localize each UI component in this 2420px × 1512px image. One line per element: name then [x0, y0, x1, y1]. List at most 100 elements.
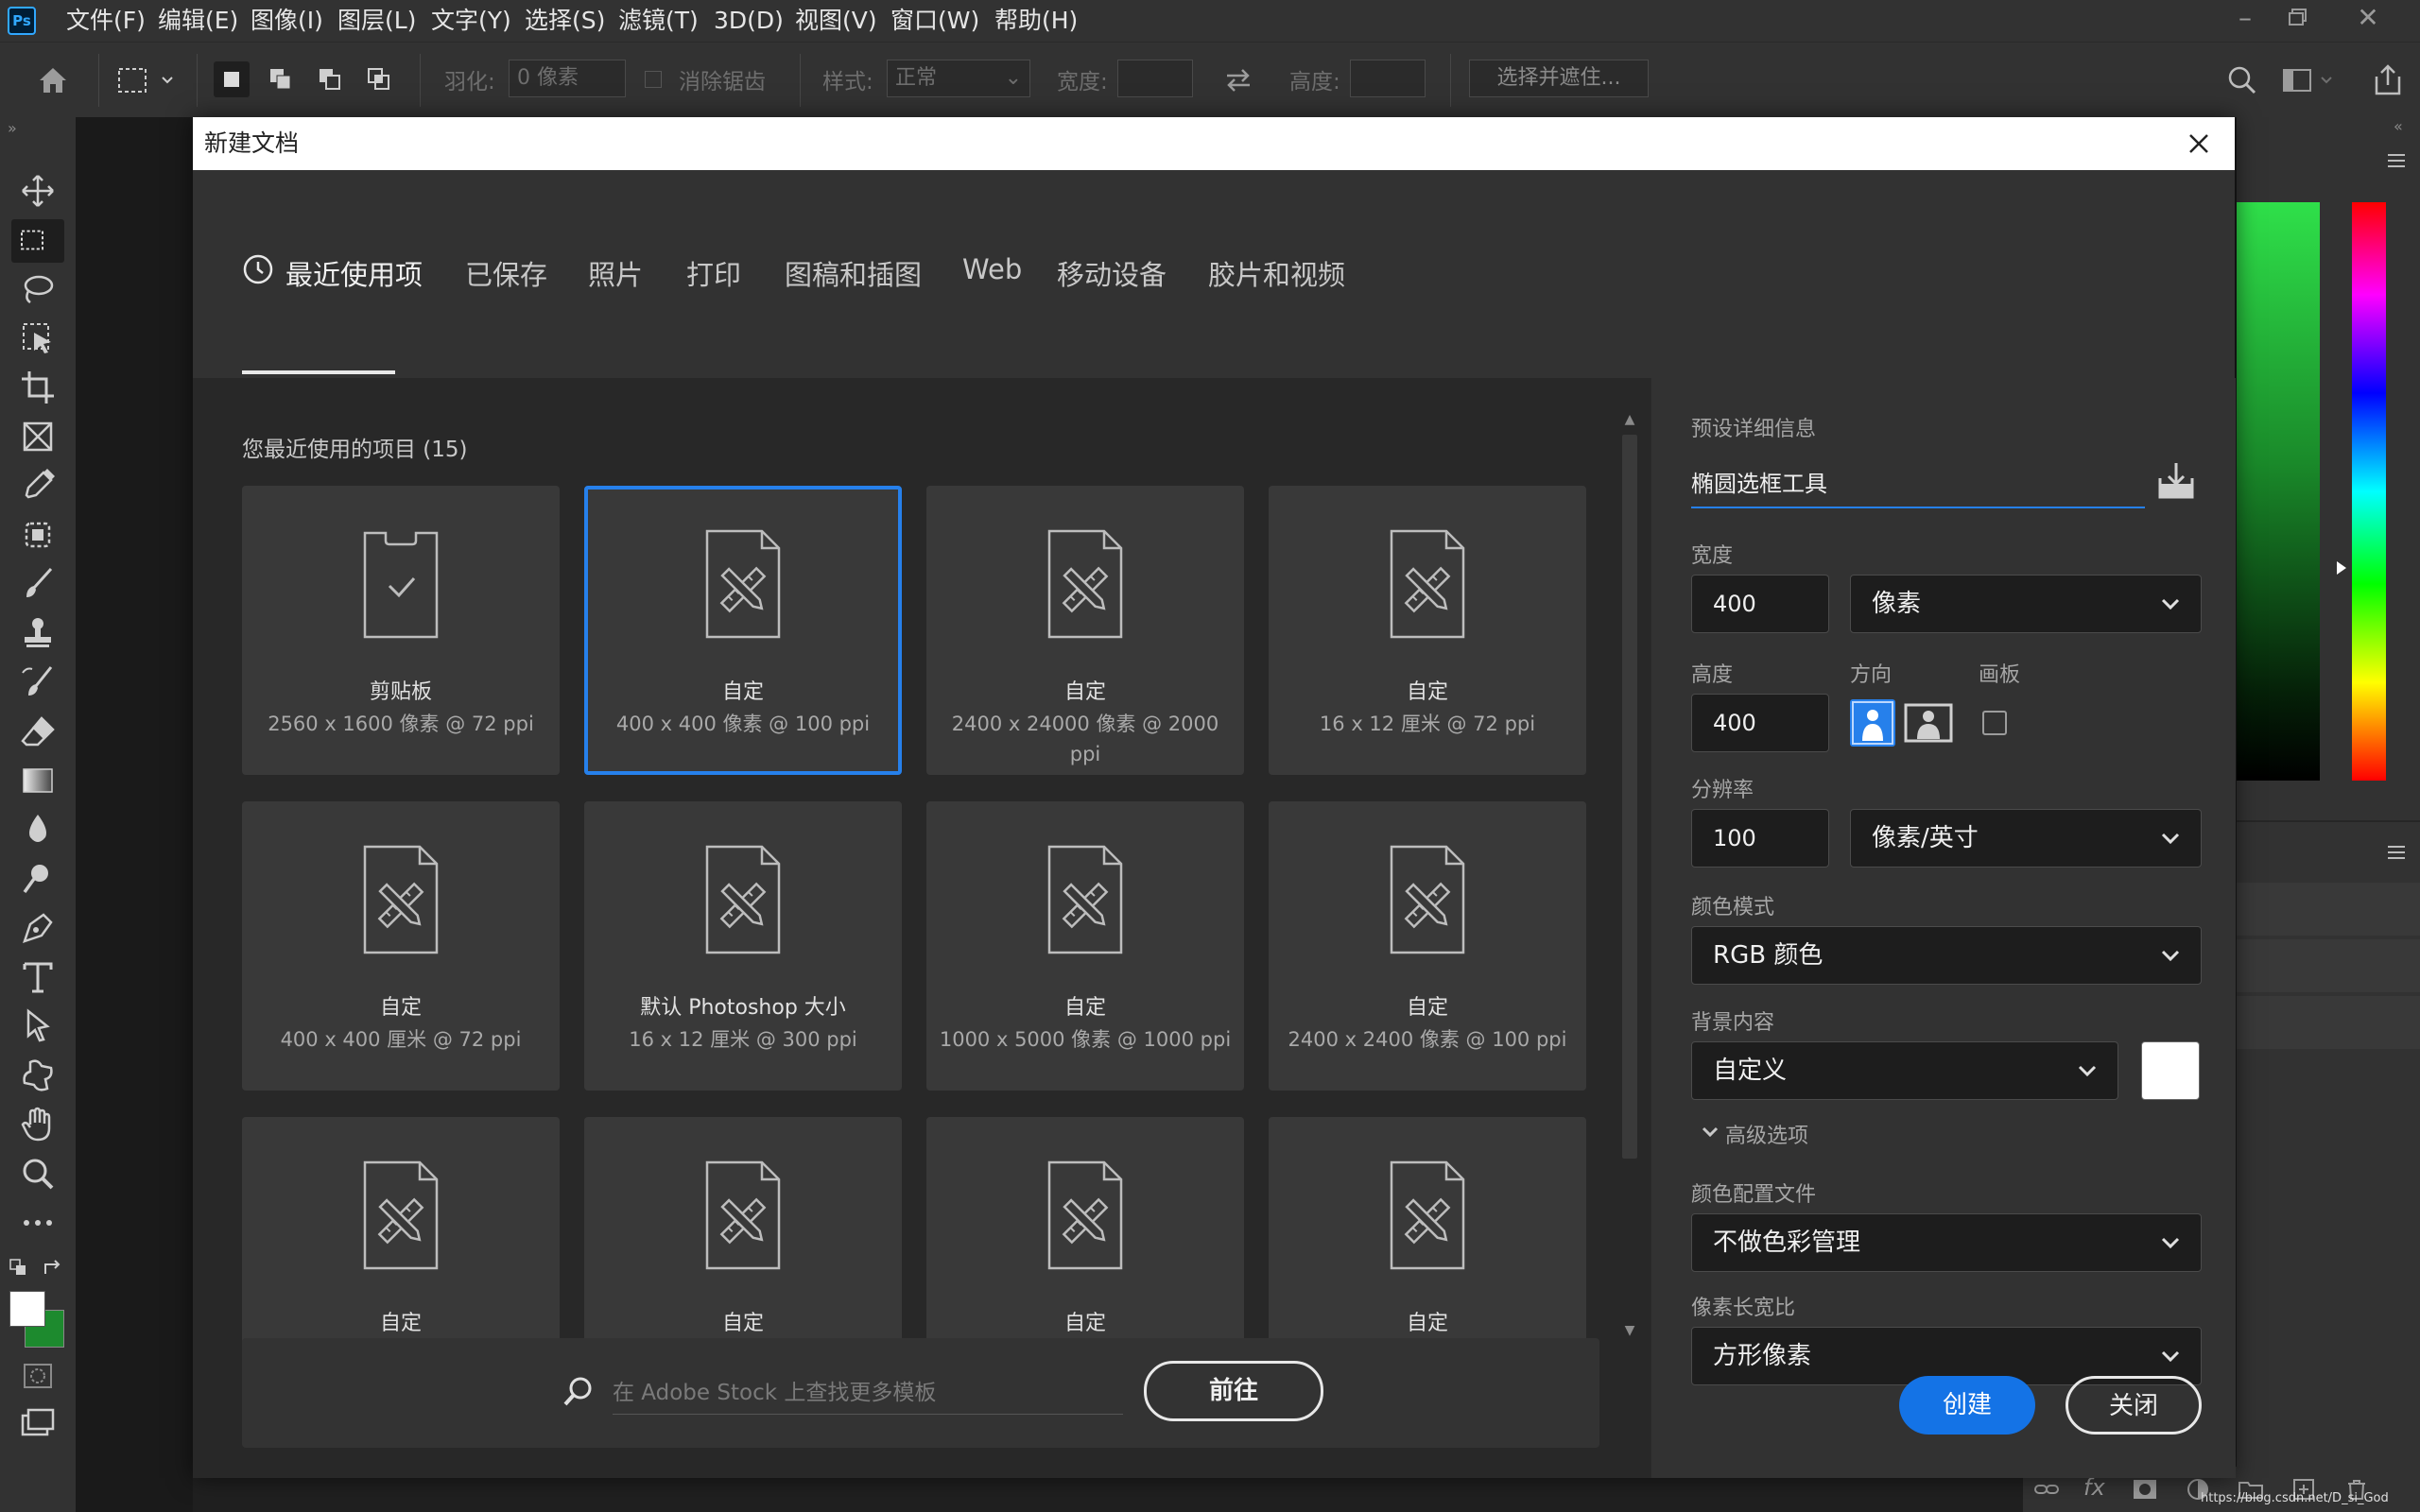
save-preset-icon[interactable] [2154, 459, 2198, 503]
panel-menu-icon[interactable] [2386, 843, 2407, 862]
preset-card[interactable]: 自定 1000 x 5000 像素 @ 1000 ppi [926, 801, 1244, 1091]
subtract-selection-icon[interactable] [312, 61, 348, 97]
menu-edit[interactable]: 编辑(E) [158, 0, 238, 42]
scrollbar-thumb[interactable] [1622, 435, 1637, 1159]
width-input[interactable] [1117, 60, 1193, 97]
resolution-unit-select[interactable]: 像素/英寸 [1850, 809, 2202, 868]
add-mask-icon[interactable] [2131, 1476, 2159, 1503]
gradient-tool-icon[interactable] [17, 760, 59, 801]
dialog-close-icon[interactable] [2182, 127, 2216, 161]
search-icon[interactable] [2225, 63, 2259, 97]
scroll-down-icon[interactable]: ▼ [1620, 1323, 1639, 1342]
add-selection-icon[interactable] [263, 61, 299, 97]
artboard-checkbox[interactable] [1982, 711, 2007, 735]
screen-mode-icon[interactable] [17, 1404, 59, 1446]
antialias-checkbox[interactable] [645, 71, 662, 88]
resolution-input[interactable]: 100 [1691, 809, 1829, 868]
home-icon[interactable] [32, 60, 74, 101]
height-input[interactable]: 400 [1691, 694, 1829, 752]
fx-icon[interactable]: fx [2083, 1474, 2105, 1501]
swap-icon[interactable] [1221, 63, 1255, 97]
scroll-up-icon[interactable]: ▲ [1620, 412, 1639, 431]
rect-marquee-tool-icon[interactable] [11, 219, 64, 263]
custom-shape-tool-icon[interactable] [17, 1055, 59, 1096]
feather-input[interactable]: 0 像素 [509, 60, 626, 97]
select-and-mask-button[interactable]: 选择并遮住... [1469, 60, 1649, 97]
menu-filter[interactable]: 滤镜(T) [618, 0, 699, 42]
tab-mobile[interactable]: 移动设备 [1057, 253, 1167, 293]
zoom-tool-icon[interactable] [17, 1153, 59, 1194]
dodge-tool-icon[interactable] [17, 858, 59, 900]
color-field[interactable] [2237, 202, 2320, 781]
create-button[interactable]: 创建 [1899, 1376, 2035, 1435]
layer-row[interactable] [2237, 939, 2420, 992]
blur-tool-icon[interactable] [17, 809, 59, 850]
tab-photo[interactable]: 照片 [588, 253, 643, 293]
stock-search-input[interactable]: 在 Adobe Stock 上查找更多模板 [613, 1372, 1123, 1415]
tab-print[interactable]: 打印 [686, 253, 741, 293]
preset-card[interactable]: 自定 2400 x 2400 像素 @ 100 ppi [1269, 801, 1586, 1091]
preset-card[interactable]: 自定 400 x 400 像素 @ 100 ppi [584, 486, 902, 775]
brush-tool-icon[interactable] [17, 563, 59, 605]
landscape-orientation-icon[interactable] [1903, 699, 1954, 747]
background-color-swatch[interactable] [2141, 1041, 2200, 1100]
tab-art-illustration[interactable]: 图稿和插图 [785, 253, 922, 293]
style-select[interactable]: 正常 ⌄ [887, 60, 1030, 97]
preset-card[interactable]: 自定 400 x 400 厘米 @ 72 ppi [242, 801, 560, 1091]
eyedropper-tool-icon[interactable] [17, 465, 59, 507]
layer-row[interactable] [2237, 996, 2420, 1049]
share-icon[interactable] [2371, 61, 2405, 99]
clone-stamp-tool-icon[interactable] [17, 612, 59, 654]
lasso-tool-icon[interactable] [17, 268, 59, 310]
tab-recent[interactable]: 最近使用项 [285, 253, 423, 293]
background-select[interactable]: 自定义 [1691, 1041, 2118, 1100]
workspace-icon[interactable] [2280, 63, 2337, 97]
menu-image[interactable]: 图像(I) [251, 0, 323, 42]
close-window-icon[interactable]: ✕ [2344, 0, 2392, 38]
minimize-icon[interactable]: – [2221, 0, 2269, 38]
preset-name-input[interactable]: 椭圆选框工具 [1691, 465, 2145, 508]
crop-tool-icon[interactable] [17, 367, 59, 408]
path-selection-tool-icon[interactable] [17, 1005, 59, 1047]
width-unit-select[interactable]: 像素 [1850, 575, 2202, 633]
portrait-orientation-icon[interactable] [1850, 699, 1895, 747]
new-selection-icon[interactable] [214, 61, 250, 97]
tab-saved[interactable]: 已保存 [465, 253, 547, 293]
object-select-tool-icon[interactable] [17, 318, 59, 359]
intersect-selection-icon[interactable] [361, 61, 397, 97]
menu-select[interactable]: 选择(S) [525, 0, 605, 42]
history-brush-tool-icon[interactable] [17, 662, 59, 703]
expand-panels-icon[interactable]: « [2394, 117, 2403, 135]
width-input[interactable]: 400 [1691, 575, 1829, 633]
color-mode-select[interactable]: RGB 颜色 [1691, 926, 2202, 985]
restore-icon[interactable] [2273, 0, 2321, 38]
menu-type[interactable]: 文字(Y) [431, 0, 511, 42]
hue-slider-handle[interactable] [2337, 561, 2346, 575]
pen-tool-icon[interactable] [17, 907, 59, 949]
preset-card[interactable]: 自定 2400 x 24000 像素 @ 2000 ppi [926, 486, 1244, 775]
menu-help[interactable]: 帮助(H) [994, 0, 1078, 42]
more-tools-icon[interactable] [17, 1202, 59, 1244]
layer-row[interactable] [2237, 883, 2420, 936]
preset-card[interactable]: 剪贴板 2560 x 1600 像素 @ 72 ppi [242, 486, 560, 775]
link-layers-icon[interactable] [2032, 1476, 2061, 1503]
tab-film-video[interactable]: 胶片和视频 [1208, 253, 1345, 293]
panel-menu-icon[interactable] [2386, 151, 2407, 170]
height-input[interactable] [1350, 60, 1426, 97]
chevron-down-icon[interactable] [1699, 1121, 1721, 1143]
menu-view[interactable]: 视图(V) [795, 0, 877, 42]
marquee-tool-preset-icon[interactable] [113, 60, 180, 101]
preset-card[interactable]: 默认 Photoshop 大小 16 x 12 厘米 @ 300 ppi [584, 801, 902, 1091]
hand-tool-icon[interactable] [17, 1104, 59, 1145]
menu-3d[interactable]: 3D(D) [714, 0, 784, 42]
type-tool-icon[interactable] [17, 956, 59, 998]
advanced-options-toggle[interactable]: 高级选项 [1725, 1119, 1808, 1149]
eraser-tool-icon[interactable] [17, 711, 59, 752]
menu-window[interactable]: 窗口(W) [890, 0, 979, 42]
color-profile-select[interactable]: 不做色彩管理 [1691, 1213, 2202, 1272]
collapse-icon[interactable]: » [8, 119, 26, 137]
menu-layer[interactable]: 图层(L) [337, 0, 416, 42]
move-tool-icon[interactable] [17, 170, 59, 212]
menu-file[interactable]: 文件(F) [66, 0, 146, 42]
tab-web[interactable]: Web [962, 253, 1022, 285]
